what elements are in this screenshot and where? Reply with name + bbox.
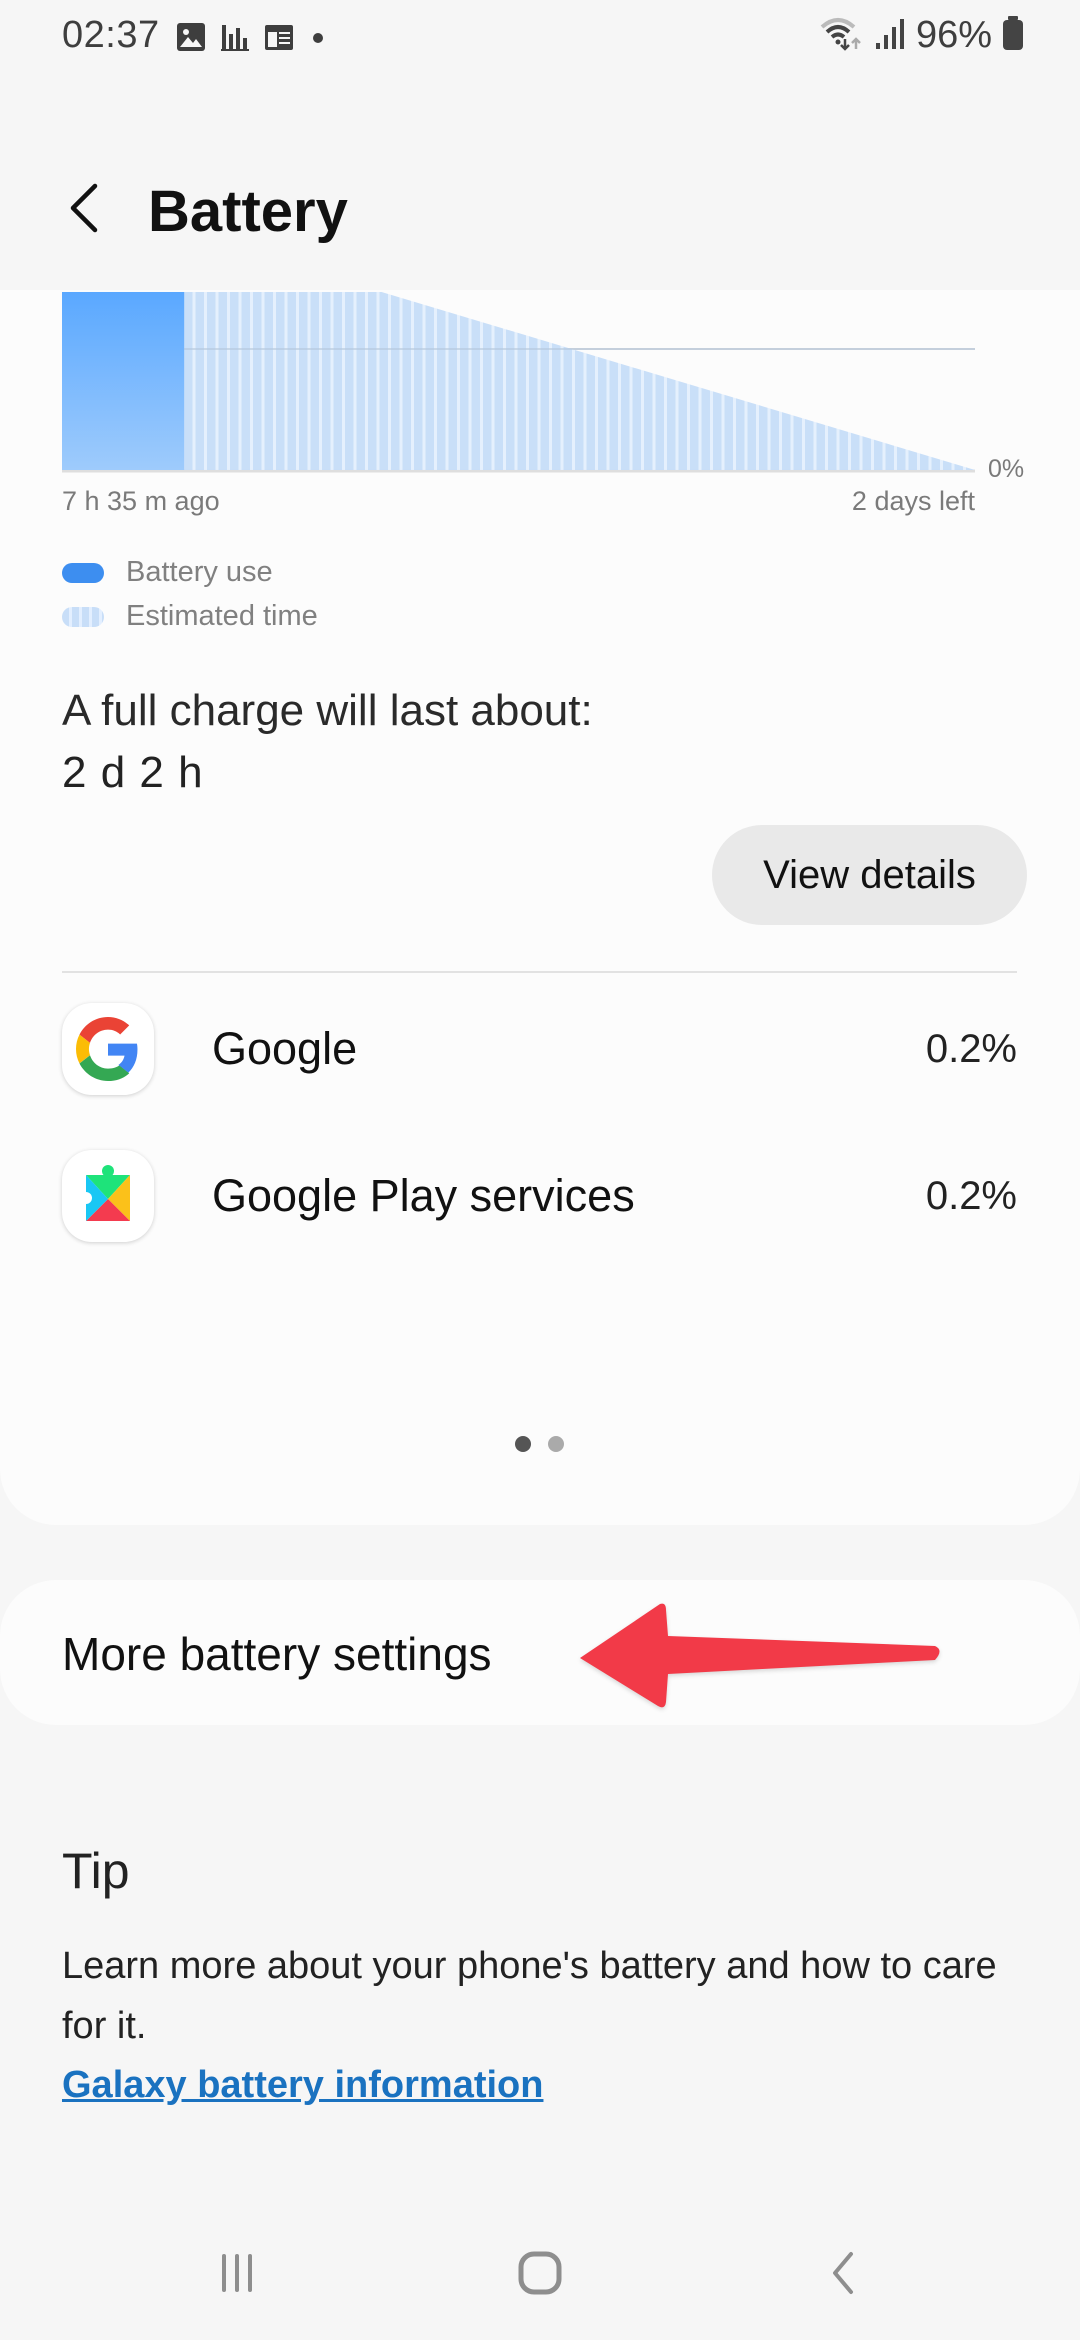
back-icon	[827, 2250, 857, 2301]
nav-back-button[interactable]	[782, 2240, 902, 2310]
google-play-services-icon	[62, 1150, 154, 1242]
more-dot-icon	[308, 22, 328, 57]
signal-icon	[874, 15, 906, 56]
app-name: Google	[212, 1023, 358, 1074]
status-time: 02:37	[62, 14, 160, 56]
y-tick-label-0: 0%	[988, 455, 1025, 483]
x-end-label: 2 days left	[851, 486, 975, 516]
chevron-left-icon	[65, 180, 105, 241]
series-area-battery-use	[62, 292, 185, 470]
app-name: Google Play services	[212, 1170, 635, 1221]
page-dot-inactive[interactable]	[548, 1436, 564, 1452]
series-area-estimated-time	[184, 292, 976, 470]
tip-body: Learn more about your phone's battery an…	[62, 1945, 997, 2047]
chart-icon	[220, 22, 250, 57]
system-status: 96%	[820, 14, 1024, 57]
legend-label: Battery use	[126, 556, 273, 588]
legend-swatch-solid	[62, 562, 104, 583]
google-app-icon	[62, 1003, 154, 1095]
calendar-icon	[264, 22, 294, 57]
full-charge-label: A full charge will last about:	[62, 686, 593, 735]
app-usage-row[interactable]: Google 0.2%	[62, 989, 1017, 1109]
recents-button[interactable]	[177, 2240, 297, 2310]
back-button[interactable]	[50, 175, 120, 245]
gallery-icon	[176, 22, 206, 57]
divider	[62, 971, 1017, 973]
legend-item-estimated-time: Estimated time	[62, 600, 318, 633]
page-dot-active[interactable]	[515, 1436, 531, 1452]
x-start-label: 7 h 35 m ago	[62, 486, 220, 516]
notification-icons	[176, 22, 328, 57]
more-battery-settings-label: More battery settings	[62, 1628, 492, 1680]
battery-icon	[1002, 15, 1024, 56]
legend-item-battery-use: Battery use	[62, 556, 273, 589]
recents-icon	[217, 2252, 257, 2299]
annotation-arrow-icon	[580, 1603, 940, 1708]
full-charge-value: 2 d 2 h	[62, 748, 204, 797]
tip-title: Tip	[62, 1843, 130, 1899]
battery-percent: 96%	[915, 14, 992, 56]
wifi-icon	[820, 15, 864, 56]
home-button[interactable]	[480, 2240, 600, 2310]
page-indicator	[515, 1436, 564, 1452]
view-details-button[interactable]: View details	[712, 825, 1027, 925]
legend-swatch-striped	[62, 606, 104, 627]
app-usage-row[interactable]: Google Play services 0.2%	[62, 1136, 1017, 1256]
galaxy-battery-info-link[interactable]: Galaxy battery information	[62, 2064, 543, 2107]
legend-label: Estimated time	[126, 600, 318, 632]
app-usage-percent: 0.2%	[925, 1026, 1017, 1071]
page-title: Battery	[148, 179, 348, 244]
home-icon	[517, 2250, 563, 2301]
app-usage-percent: 0.2%	[925, 1173, 1017, 1218]
